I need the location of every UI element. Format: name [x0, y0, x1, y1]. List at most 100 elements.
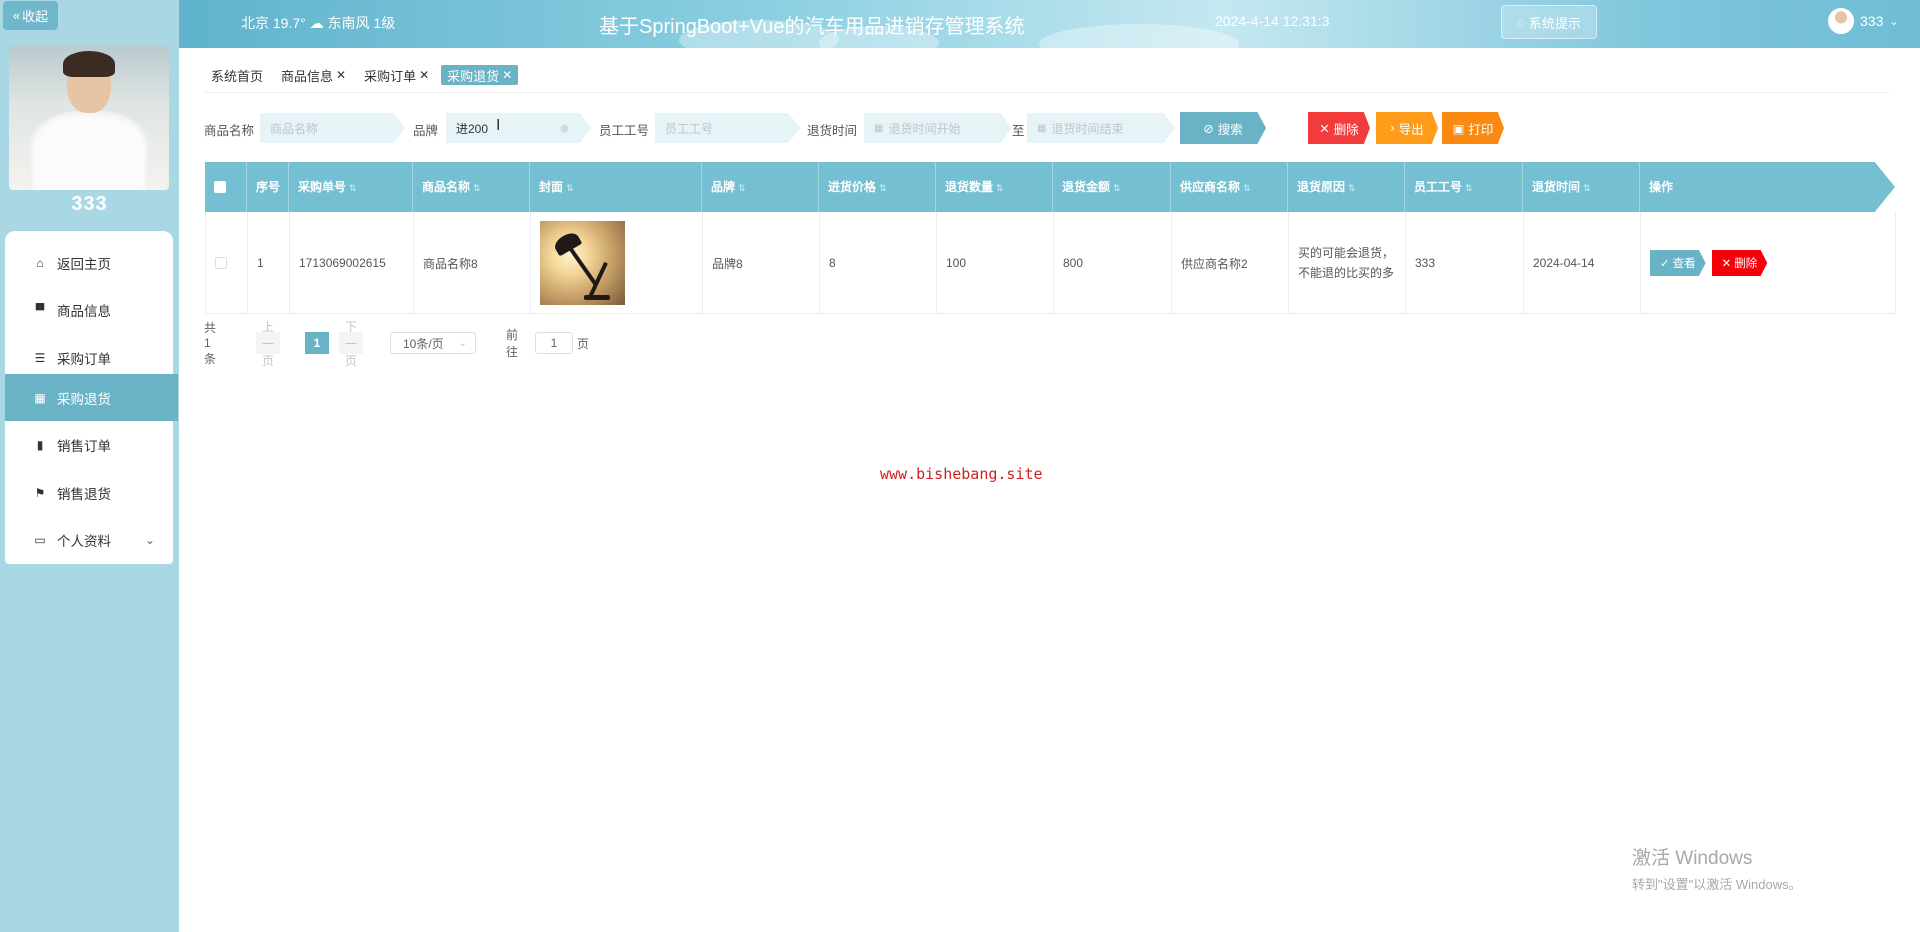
brand-cell: 品牌8 [703, 212, 820, 314]
clear-icon[interactable]: ⊗ [560, 122, 569, 135]
grid-icon: ▦ [34, 390, 46, 405]
order-no-cell: 1713069002615 [290, 212, 414, 314]
column-header-label: 封面 [539, 180, 564, 194]
table-header: 序号 采购单号 ⇅ 商品名称 ⇅ 封面 ⇅ 品牌 ⇅ 进货价格 ⇅ 退货数量 ⇅ 退货金额 ⇅… [205, 162, 1895, 212]
sidebar-menu: ⌂ 返回主页 ▀ 商品信息 ☰ 采购订单 ▦ 采购退货 ▮ 销售订单 ⚑ 销售退… [5, 231, 178, 564]
column-header-label: 退货时间 [1532, 180, 1581, 194]
avatar [1828, 8, 1854, 34]
sort-icon[interactable]: ⇅ [996, 183, 1004, 193]
return-time-start-input[interactable]: ▦ 退货时间开始 [864, 113, 1012, 143]
column-header[interactable]: 退货金额 ⇅ [1053, 162, 1171, 212]
sort-icon[interactable]: ⇅ [879, 183, 887, 193]
page-size-select[interactable]: 10条/页 ⌄ [390, 332, 476, 354]
sort-icon[interactable]: ⇅ [566, 183, 574, 193]
sort-icon[interactable]: ⇅ [1465, 183, 1473, 193]
next-page-button[interactable]: 下一页 [339, 320, 364, 368]
chevron-down-icon: ⌄ [1889, 15, 1899, 28]
sidebar-item-purchase-return[interactable]: ▦ 采购退货 [5, 374, 178, 421]
tab-label: 采购退货 [447, 68, 500, 84]
column-header[interactable]: 供应商名称 ⇅ [1171, 162, 1288, 212]
view-button[interactable]: ✓ 查看 [1650, 250, 1706, 276]
sidebar-item-product-info[interactable]: ▀ 商品信息 [5, 286, 173, 333]
tab-label: 商品信息 [281, 68, 334, 84]
print-button[interactable]: ▣ 打印 [1442, 112, 1504, 144]
sidebar-item-label: 商品信息 [57, 303, 111, 319]
select-all-cell [205, 162, 247, 212]
sidebar-item-label: 采购退货 [57, 391, 111, 407]
sidebar-item-home[interactable]: ⌂ 返回主页 [5, 239, 173, 286]
sidebar-item-label: 个人资料 [57, 533, 111, 549]
tab-label: 采购订单 [364, 68, 417, 84]
row-delete-button[interactable]: ✕ 删除 [1711, 250, 1768, 276]
date-cell: 2024-04-14 [1524, 212, 1641, 314]
close-icon[interactable]: ✕ [502, 68, 512, 82]
tab-purchase-return[interactable]: 采购退货 ✕ [441, 65, 519, 85]
sidebar-item-label: 销售退货 [57, 486, 111, 502]
user-dropdown[interactable]: 333 ⌄ [1828, 8, 1899, 34]
employee-id-input[interactable]: 员工工号 [655, 113, 800, 143]
sliders-icon: ☰ [34, 350, 46, 365]
page-size-value: 10条/页 [403, 336, 444, 351]
tab-home[interactable]: 系统首页 [205, 65, 269, 85]
prev-page-button[interactable]: 上一页 [256, 320, 281, 368]
search-button[interactable]: ⊘ 搜索 [1180, 112, 1266, 144]
close-icon[interactable]: ✕ [419, 68, 429, 82]
brand-input[interactable]: 进200 ⊗ [446, 113, 591, 143]
close-icon[interactable]: ✕ [336, 68, 346, 82]
product-cover-image[interactable] [540, 221, 625, 305]
tab-purchase-order[interactable]: 采购订单 ✕ [358, 65, 435, 85]
column-header[interactable]: 采购单号 ⇅ [289, 162, 413, 212]
system-notice-label: 系统提示 [1528, 15, 1581, 31]
product-name-input[interactable]: 商品名称 [260, 113, 405, 143]
column-header[interactable]: 员工工号 ⇅ [1405, 162, 1523, 212]
column-header: 操作 [1640, 162, 1895, 212]
supplier-cell: 供应商名称2 [1172, 212, 1289, 314]
view-button-label: 查看 [1672, 258, 1696, 270]
return-time-label: 退货时间 [807, 124, 858, 138]
sidebar-item-profile[interactable]: ▭ 个人资料 ⌄ [5, 516, 173, 563]
collapse-button[interactable]: « 收起 [3, 1, 58, 30]
column-header[interactable]: 品牌 ⇅ [702, 162, 819, 212]
sort-icon[interactable]: ⇅ [1348, 183, 1356, 193]
sidebar-item-sales-return[interactable]: ⚑ 销售退货 [5, 469, 173, 516]
top-header: 北京 19.7° ☁ 东南风 1级 基于SpringBoot+Vue的汽车用品进… [179, 0, 1920, 48]
sort-icon[interactable]: ⇅ [1243, 183, 1251, 193]
sidebar-item-sales-order[interactable]: ▮ 销售订单 [5, 421, 173, 468]
total-count: 共 1 条 [204, 321, 217, 366]
delete-button-label: 删除 [1333, 122, 1359, 137]
tab-product-info[interactable]: 商品信息 ✕ [275, 65, 352, 85]
column-header-label: 进货价格 [828, 180, 877, 194]
column-header[interactable]: 商品名称 ⇅ [413, 162, 530, 212]
column-header[interactable]: 退货时间 ⇅ [1523, 162, 1640, 212]
column-header-label: 退货数量 [945, 180, 994, 194]
header-user-name: 333 [1860, 13, 1884, 29]
row-checkbox[interactable] [215, 257, 227, 269]
delete-button[interactable]: ✕ 删除 [1308, 112, 1370, 144]
sort-icon[interactable]: ⇅ [1583, 183, 1591, 193]
column-header: 序号 [247, 162, 289, 212]
page-number[interactable]: 1 [305, 332, 329, 354]
chevron-down-icon: ⌄ [144, 532, 155, 547]
column-header[interactable]: 进货价格 ⇅ [819, 162, 936, 212]
return-time-start-placeholder: 退货时间开始 [888, 121, 961, 136]
index-cell: 1 [248, 212, 290, 314]
column-header[interactable]: 退货原因 ⇅ [1288, 162, 1405, 212]
select-all-checkbox[interactable] [214, 181, 226, 193]
collapse-label: 收起 [22, 9, 49, 24]
sort-icon[interactable]: ⇅ [738, 183, 746, 193]
system-notice-button[interactable]: ◌ 系统提示 [1501, 5, 1597, 39]
search-button-label: 搜索 [1217, 122, 1243, 137]
sort-icon[interactable]: ⇅ [473, 183, 481, 193]
card-icon: ▭ [34, 532, 46, 547]
return-time-end-input[interactable]: ▦ 退货时间结束 [1027, 113, 1175, 143]
column-header[interactable]: 退货数量 ⇅ [936, 162, 1053, 212]
export-button[interactable]: › 导出 [1376, 112, 1438, 144]
windows-activation-notice: 激活 Windows 转到"设置"以激活 Windows。 [1632, 843, 1802, 893]
chat-icon: ◌ [1517, 14, 1525, 30]
table-row: 1 1713069002615 商品名称8 品牌8 8 100 800 供应商名… [205, 212, 1896, 314]
current-datetime: 2024-4-14 12:31:3 [1215, 13, 1330, 29]
goto-page-input[interactable]: 1 [535, 332, 573, 354]
sort-icon[interactable]: ⇅ [1113, 183, 1121, 193]
column-header[interactable]: 封面 ⇅ [530, 162, 702, 212]
sort-icon[interactable]: ⇅ [349, 183, 357, 193]
